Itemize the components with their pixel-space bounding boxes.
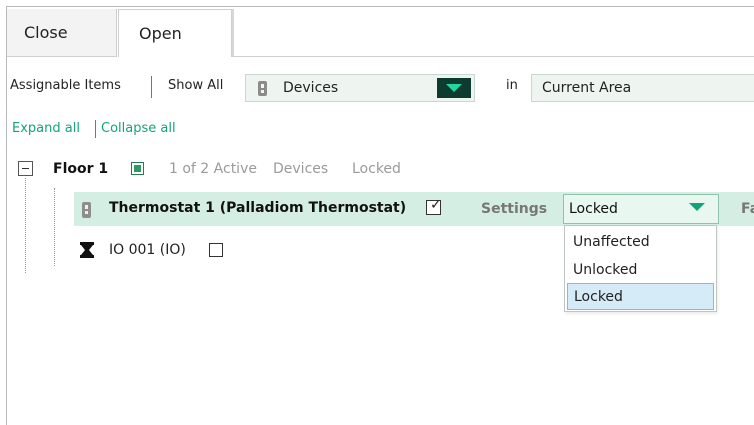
chevron-down-icon[interactable] [689, 203, 705, 211]
assignable-items-label: Assignable Items [10, 78, 121, 93]
collapse-all-link[interactable]: Collapse all [101, 121, 176, 136]
dropdown-option-unlocked[interactable]: Unlocked [565, 256, 716, 283]
device-filter-value: Devices [283, 80, 339, 96]
io-checkbox[interactable] [209, 243, 223, 257]
cut-off-column-label: Fa [741, 201, 754, 217]
floor-lock-status: Locked [352, 161, 401, 177]
floor-label: Floor 1 [53, 161, 109, 177]
dropdown-option-locked[interactable]: Locked [567, 283, 714, 310]
floor-device-kind: Devices [273, 161, 329, 177]
lock-setting-dropdown: Unaffected Unlocked Locked [564, 225, 717, 312]
tab-close[interactable]: Close [7, 9, 117, 57]
device-icon [82, 202, 91, 218]
device-filter-dropdown-button[interactable] [437, 78, 471, 98]
tab-close-label: Close [24, 23, 68, 42]
thermostat-checkbox[interactable]: ✓ [426, 197, 442, 215]
chevron-down-icon [446, 84, 462, 92]
tab-open-label: Open [139, 24, 182, 43]
tab-strip-divider [232, 56, 754, 57]
toolbar-separator-1 [151, 76, 152, 98]
dropdown-option-unaffected[interactable]: Unaffected [565, 228, 716, 255]
expand-all-link[interactable]: Expand all [12, 121, 80, 136]
device-icon [258, 80, 267, 96]
lock-setting-value: Locked [569, 201, 618, 217]
area-combo[interactable]: Current Area [531, 74, 754, 102]
io-icon [80, 242, 94, 258]
tree-child-guide-line [54, 188, 55, 266]
check-icon: ✓ [430, 197, 442, 213]
link-separator [95, 120, 96, 138]
floor-active-count: 1 of 2 Active [169, 161, 257, 177]
device-filter-combo[interactable]: Devices [245, 74, 475, 102]
show-all-link[interactable]: Show All [168, 78, 223, 93]
tree-guide-line [25, 178, 26, 273]
tree-collapse-toggle[interactable] [18, 161, 33, 176]
floor-status-icon [131, 162, 144, 175]
settings-label: Settings [481, 201, 548, 217]
in-label: in [506, 78, 518, 93]
tab-open[interactable]: Open [118, 9, 232, 57]
thermostat-label: Thermostat 1 (Palladiom Thermostat) [109, 200, 407, 216]
area-combo-value: Current Area [542, 80, 632, 96]
io-label: IO 001 (IO) [109, 242, 186, 258]
